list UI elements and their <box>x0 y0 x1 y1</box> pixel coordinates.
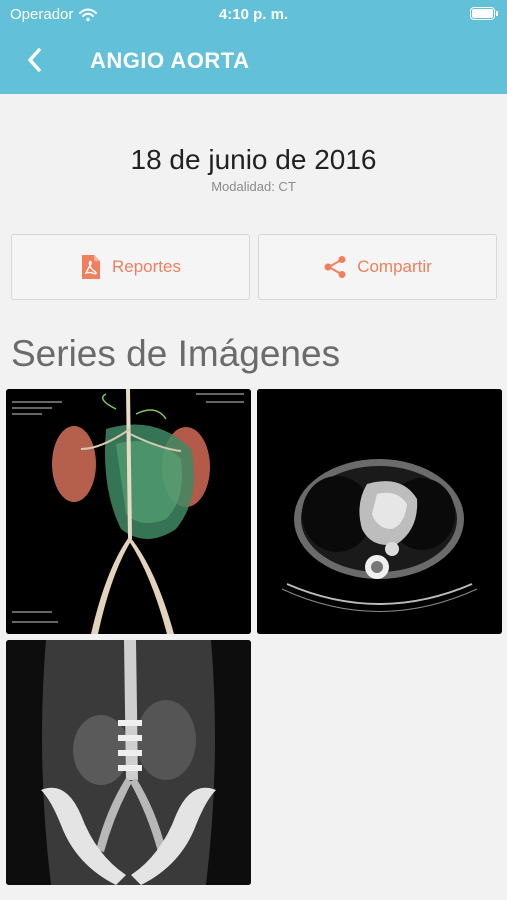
series-thumbnail-coronal[interactable] <box>6 640 251 885</box>
back-button[interactable] <box>22 44 52 76</box>
study-date: 18 de junio de 2016 <box>130 144 377 175</box>
status-time: 4:10 p. m. <box>218 6 289 23</box>
reportes-button[interactable]: Reportes <box>11 234 250 300</box>
status-bar: Operador 4:10 p. m. <box>0 0 507 28</box>
coronal-ct-image <box>6 640 251 885</box>
app-header: Operador 4:10 p. m. ANGIO AORTA <box>0 0 507 94</box>
series-thumbnail-3d-render[interactable] <box>6 389 251 634</box>
navigation-bar: ANGIO AORTA <box>0 28 507 94</box>
volume-render-image <box>6 389 251 634</box>
compartir-button[interactable]: Compartir <box>258 234 497 300</box>
battery-icon <box>470 7 498 20</box>
share-icon <box>324 256 346 278</box>
reportes-label: Reportes <box>112 257 181 276</box>
compartir-label: Compartir <box>357 257 432 276</box>
axial-ct-image <box>257 389 502 634</box>
series-heading: Series de Imágenes <box>11 333 341 374</box>
study-modality: Modalidad: CT <box>211 179 296 194</box>
chevron-left-icon <box>28 48 41 72</box>
page-title: ANGIO AORTA <box>90 48 250 73</box>
pdf-icon <box>82 255 100 279</box>
series-thumbnail-axial[interactable] <box>257 389 502 634</box>
